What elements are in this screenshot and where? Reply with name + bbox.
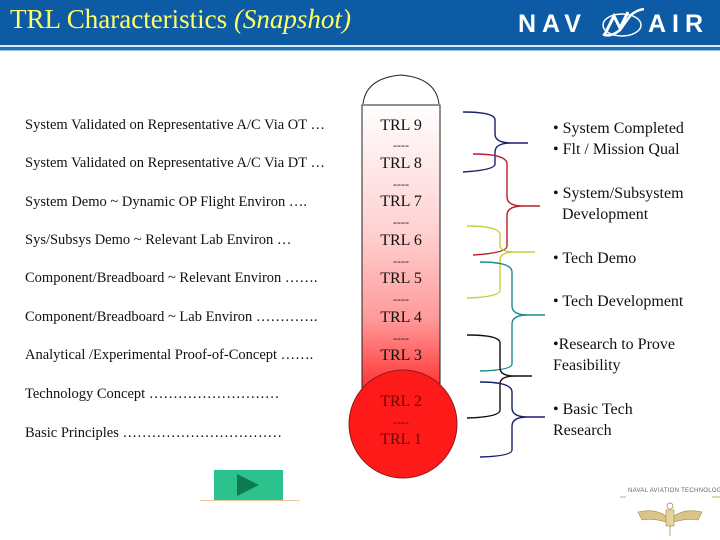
trl-separator: ----: [393, 215, 409, 229]
trl-label: TRL 8: [380, 155, 422, 172]
group-line: • System/Subsystem: [553, 185, 684, 202]
trl-label: TRL 3: [380, 347, 422, 364]
group-line: • Basic Tech: [553, 401, 633, 418]
group-label-system-development: • System/Subsystem Development: [553, 183, 684, 225]
group-line: • Tech Demo: [553, 250, 637, 267]
trl-separator: ----: [393, 331, 409, 345]
group-line: • Tech Development: [553, 293, 684, 310]
group-label-tech-development: • Tech Development: [553, 291, 683, 312]
trl-label: TRL 7: [380, 193, 422, 210]
brace-group-5: [466, 334, 532, 419]
brace-group-3: [466, 225, 535, 299]
brace-group-1: [462, 111, 528, 173]
brace-group-4: [479, 261, 545, 372]
brace-group-6: [479, 381, 545, 458]
group-line: Development: [562, 206, 649, 223]
group-label-system-completed: • System Completed • Flt / Mission Qual: [553, 118, 684, 160]
trl-separator: ----: [393, 138, 409, 152]
emblem-caption: NAVAL AVIATION TECHNOLOGIES: [628, 488, 720, 494]
trl-label: TRL 9: [380, 117, 422, 134]
trl-label: TRL 1: [380, 431, 422, 448]
trl-separator: ----: [393, 254, 409, 268]
trl-label: TRL 4: [380, 309, 422, 326]
play-icon: [237, 474, 259, 496]
brace-group-2: [472, 153, 540, 256]
trl-separator: ----: [393, 292, 409, 306]
naval-aviation-emblem: NAVAL AVIATION TECHNOLOGIES: [620, 488, 720, 540]
trl-label: TRL 6: [380, 232, 422, 249]
trl-label: TRL 5: [380, 270, 422, 287]
thermometer-top-arch: [362, 74, 440, 105]
wings-emblem-icon: [620, 496, 720, 536]
group-line: • Flt / Mission Qual: [553, 141, 680, 158]
thermometer: [348, 74, 545, 479]
next-slide-button[interactable]: [214, 470, 283, 500]
group-label-tech-demo: • Tech Demo: [553, 248, 636, 269]
group-line: •Research to Prove: [553, 336, 676, 353]
group-line: Feasibility: [553, 357, 621, 374]
group-label-basic-research: • Basic Tech Research: [553, 399, 633, 441]
trl-label: TRL 2: [380, 393, 422, 410]
group-line: Research: [553, 422, 612, 439]
trl-separator: ----: [393, 177, 409, 191]
group-line: • System Completed: [553, 120, 684, 137]
trl-separator: ----: [393, 415, 409, 429]
footer-line: [200, 500, 300, 501]
group-label-research-feasibility: •Research to Prove Feasibility: [553, 334, 675, 376]
